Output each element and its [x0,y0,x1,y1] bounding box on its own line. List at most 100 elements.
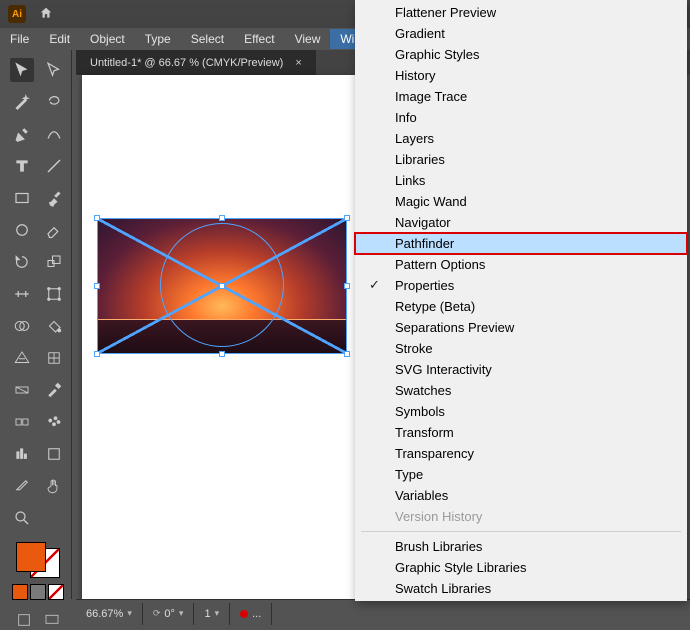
menu-item-layers[interactable]: Layers [355,128,687,149]
gradient-mode-swatch[interactable] [30,584,46,600]
left-panel [0,50,76,599]
free-transform-tool[interactable] [42,282,66,306]
menu-item-label: Separations Preview [395,320,514,335]
perspective-grid-tool[interactable] [10,346,34,370]
menu-separator [361,531,681,532]
menu-item-navigator[interactable]: Navigator [355,212,687,233]
home-icon[interactable] [38,6,54,23]
rectangle-tool[interactable] [10,186,34,210]
menu-item-label: Navigator [395,215,451,230]
menu-item-label: Stroke [395,341,433,356]
menu-item-graphic-style-libraries[interactable]: Graphic Style Libraries [355,557,687,578]
eraser-tool[interactable] [42,218,66,242]
artboard-tool[interactable] [42,442,66,466]
rotate-icon: ⟳ [153,608,161,619]
menu-view[interactable]: View [285,29,331,49]
paintbrush-tool[interactable] [42,186,66,210]
menu-item-label: Graphic Styles [395,47,480,62]
column-graph-tool[interactable] [10,442,34,466]
menu-edit[interactable]: Edit [39,29,80,49]
menu-object[interactable]: Object [80,29,135,49]
color-mode-swatch[interactable] [12,584,28,600]
mesh-tool[interactable] [42,346,66,370]
shape-builder-tool[interactable] [10,314,34,338]
artboard[interactable] [82,75,392,599]
menu-item-swatches[interactable]: Swatches [355,380,687,401]
type-tool[interactable] [10,154,34,178]
menu-item-pattern-options[interactable]: Pattern Options [355,254,687,275]
menu-item-brush-libraries[interactable]: Brush Libraries [355,536,687,557]
lasso-tool[interactable] [42,90,66,114]
width-tool[interactable] [10,282,34,306]
none-mode-swatch[interactable] [48,584,64,600]
menu-select[interactable]: Select [181,29,234,49]
menu-item-links[interactable]: Links [355,170,687,191]
symbol-sprayer-tool[interactable] [42,410,66,434]
menu-item-swatch-libraries[interactable]: Swatch Libraries [355,578,687,599]
menu-item-svg-interactivity[interactable]: SVG Interactivity [355,359,687,380]
screen-mode-icon[interactable] [42,610,62,630]
check-icon: ✓ [369,277,380,293]
zoom-value: 66.67% [86,608,123,620]
blend-tool[interactable] [10,410,34,434]
menu-item-label: Variables [395,488,448,503]
menu-item-label: Retype (Beta) [395,299,475,314]
gradient-tool[interactable] [10,378,34,402]
pen-tool[interactable] [10,122,34,146]
menu-item-stroke[interactable]: Stroke [355,338,687,359]
app-logo: Ai [8,5,26,23]
zoom-level[interactable]: 66.67% ▾ [76,603,143,625]
menu-item-separations-preview[interactable]: Separations Preview [355,317,687,338]
line-segment-tool[interactable] [42,154,66,178]
menu-item-gradient[interactable]: Gradient [355,23,687,44]
menu-item-magic-wand[interactable]: Magic Wand [355,191,687,212]
fill-stroke-swatch[interactable] [10,542,66,630]
menu-item-symbols[interactable]: Symbols [355,401,687,422]
menu-item-label: Transparency [395,446,474,461]
shaper-tool[interactable] [10,218,34,242]
selection-tool[interactable] [10,58,34,82]
menu-item-transparency[interactable]: Transparency [355,443,687,464]
menu-item-label: Flattener Preview [395,5,496,20]
placed-image-selection[interactable] [98,219,346,353]
direct-selection-tool[interactable] [42,58,66,82]
artboard-nav[interactable]: 1▾ [194,603,230,625]
magic-wand-tool[interactable] [10,90,34,114]
menu-item-type[interactable]: Type [355,464,687,485]
status-more[interactable]: ... [230,603,272,625]
document-tab[interactable]: Untitled-1* @ 66.67 % (CMYK/Preview) × [76,50,316,75]
menu-item-variables[interactable]: Variables [355,485,687,506]
chevron-down-icon: ▾ [127,608,132,619]
menu-type[interactable]: Type [135,29,181,49]
slice-tool[interactable] [10,474,34,498]
toolbox [4,50,72,599]
rotate-view[interactable]: ⟳0°▾ [143,603,195,625]
eyedropper-tool[interactable] [42,378,66,402]
zoom-tool[interactable] [10,506,34,530]
draw-mode-icon[interactable] [14,610,34,630]
menu-item-pathfinder[interactable]: Pathfinder [355,233,687,254]
menu-effect[interactable]: Effect [234,29,284,49]
menu-item-retype-beta-[interactable]: Retype (Beta) [355,296,687,317]
menu-item-image-trace[interactable]: Image Trace [355,86,687,107]
menu-item-history[interactable]: History [355,65,687,86]
ellipse-path[interactable] [160,223,284,347]
rotate-tool[interactable] [10,250,34,274]
close-icon[interactable]: × [295,57,301,69]
menu-item-flattener-preview[interactable]: Flattener Preview [355,2,687,23]
menu-file[interactable]: File [0,29,39,49]
menu-item-label: Swatches [395,383,451,398]
menu-item-graphic-styles[interactable]: Graphic Styles [355,44,687,65]
menu-item-label: Image Trace [395,89,467,104]
menu-item-label: Symbols [395,404,445,419]
scale-tool[interactable] [42,250,66,274]
menu-item-properties[interactable]: ✓Properties [355,275,687,296]
fill-swatch[interactable] [16,542,46,572]
menu-item-libraries[interactable]: Libraries [355,149,687,170]
menu-item-transform[interactable]: Transform [355,422,687,443]
hand-tool[interactable] [42,474,66,498]
curvature-tool[interactable] [42,122,66,146]
live-paint-bucket-tool[interactable] [42,314,66,338]
menu-item-label: Layers [395,131,434,146]
menu-item-info[interactable]: Info [355,107,687,128]
